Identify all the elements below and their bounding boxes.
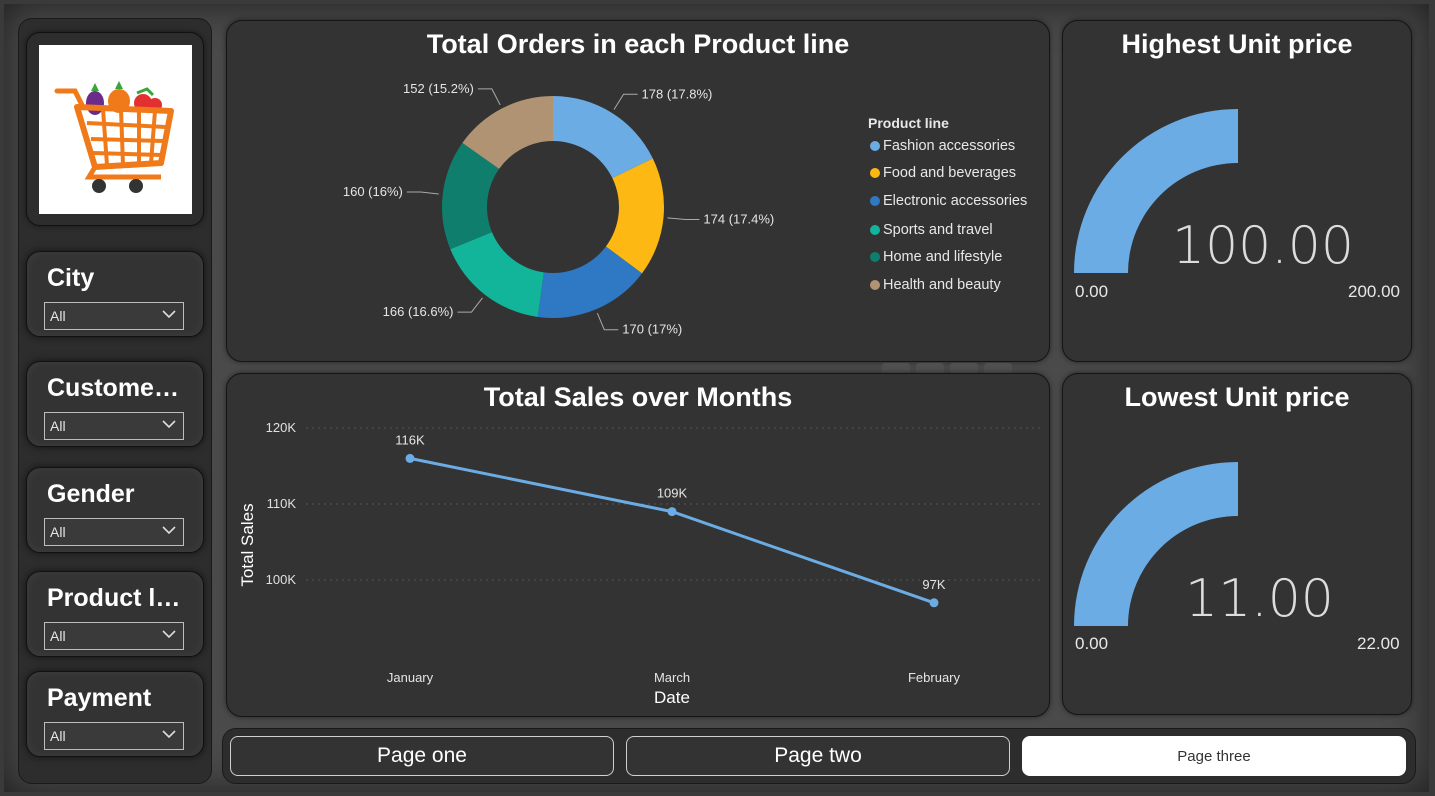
donut-data-label: 152 (15.2%) — [403, 81, 474, 96]
donut-leader-line — [613, 93, 638, 110]
product-line-slicer[interactable]: Product line All — [26, 571, 204, 657]
donut-leader-line — [596, 312, 619, 331]
data-point[interactable] — [929, 598, 939, 608]
y-tick-label: 120K — [266, 420, 297, 435]
donut-data-label: 166 (16.6%) — [383, 304, 454, 319]
chevron-down-icon — [162, 730, 176, 739]
legend-dot-icon — [870, 225, 880, 235]
city-dropdown[interactable]: All — [44, 302, 184, 330]
shopping-cart-logo — [39, 45, 192, 214]
donut-data-label: 160 (16%) — [343, 184, 403, 199]
legend-item[interactable]: Fashion accessories — [870, 138, 1015, 154]
customer-type-slicer[interactable]: Customer type All — [26, 361, 204, 447]
product-line-dropdown[interactable]: All — [44, 622, 184, 650]
slicer-title: Payment — [47, 684, 152, 712]
highest-unit-price-gauge — [1074, 109, 1402, 273]
donut-leader-line — [477, 88, 501, 106]
gauge-high-min: 0.00 — [1075, 282, 1109, 301]
sales-line — [409, 456, 935, 605]
payment-dropdown[interactable]: All — [44, 722, 184, 750]
legend-label: Sports and travel — [883, 222, 993, 238]
payment-slicer[interactable]: Payment All — [26, 671, 204, 757]
data-label: 116K — [395, 432, 425, 447]
legend-dot-icon — [870, 252, 880, 262]
legend-item[interactable]: Electronic accessories — [870, 193, 1027, 209]
chevron-down-icon — [162, 310, 176, 319]
gender-slicer[interactable]: Gender All — [26, 467, 204, 553]
legend-item[interactable]: Home and lifestyle — [870, 249, 1002, 265]
legend-item[interactable]: Health and beauty — [870, 277, 1001, 293]
legend-label: Fashion accessories — [883, 138, 1016, 154]
customer-type-dropdown[interactable]: All — [44, 412, 184, 440]
donut-data-label: 174 (17.4%) — [703, 212, 774, 227]
legend-label: Health and beauty — [883, 277, 1001, 293]
y-tick-label: 100K — [266, 572, 297, 587]
gauge-low-value: 11.00 — [1185, 569, 1334, 629]
slicer-title: Product line — [47, 584, 187, 612]
slicer-title: Customer type — [47, 374, 187, 402]
legend-item[interactable]: Food and beverages — [870, 165, 1016, 181]
data-label: 97K — [922, 577, 945, 592]
dropdown-value: All — [50, 628, 66, 644]
data-point[interactable] — [405, 453, 415, 463]
legend-item[interactable]: Sports and travel — [870, 222, 993, 238]
legend-title: Product line — [868, 115, 949, 131]
x-tick-label: January — [387, 670, 434, 685]
x-tick-label: March — [654, 670, 690, 685]
y-tick-label: 110K — [267, 496, 297, 511]
donut-data-label: 170 (17%) — [622, 322, 682, 337]
page-one-button[interactable]: Page one — [230, 736, 614, 776]
legend-dot-icon — [870, 196, 880, 206]
city-slicer[interactable]: City All — [26, 251, 204, 337]
lowest-unit-price-gauge — [1074, 462, 1402, 626]
slicer-title: Gender — [47, 480, 135, 508]
y-axis-title: Total Sales — [238, 503, 257, 586]
dropdown-value: All — [50, 418, 66, 434]
page-three-button[interactable]: Page three — [1022, 736, 1406, 776]
gauge-low-max: 22.00 — [1357, 634, 1400, 653]
legend-label: Electronic accessories — [883, 193, 1028, 209]
donut-leader-line — [457, 297, 483, 313]
legend-dot-icon — [870, 141, 880, 151]
line-chart: 100K 110K 120K 116K January 109K March 97K Febru… — [238, 420, 1041, 707]
legend-dot-icon — [870, 280, 880, 290]
page-two-button[interactable]: Page two — [626, 736, 1010, 776]
legend-label: Food and beverages — [883, 165, 1017, 181]
gauge-high-max: 200.00 — [1348, 282, 1400, 301]
data-point[interactable] — [667, 507, 677, 517]
gauge-low-min: 0.00 — [1075, 634, 1109, 653]
slicer-title: City — [47, 264, 95, 292]
chevron-down-icon — [162, 420, 176, 429]
gauge-high-value: 100.00 — [1172, 216, 1354, 276]
x-tick-label: February — [908, 670, 961, 685]
donut-slice[interactable] — [450, 232, 544, 317]
dropdown-value: All — [50, 524, 66, 540]
donut-leader-line — [667, 217, 700, 221]
x-axis-title: Date — [654, 688, 690, 707]
logo-card — [26, 32, 204, 226]
donut-data-label: 178 (17.8%) — [642, 86, 713, 101]
dropdown-value: All — [50, 728, 66, 744]
data-label: 109K — [657, 486, 688, 501]
legend-dot-icon — [870, 168, 880, 178]
gender-dropdown[interactable]: All — [44, 518, 184, 546]
dropdown-value: All — [50, 308, 66, 324]
chevron-down-icon — [162, 630, 176, 639]
chevron-down-icon — [162, 526, 176, 535]
donut-chart: 178 (17.8%) 174 (17.4%) 170 (17%) 166 (16.6… — [343, 81, 774, 337]
legend-label: Home and lifestyle — [883, 249, 1003, 265]
donut-leader-line — [406, 191, 439, 195]
